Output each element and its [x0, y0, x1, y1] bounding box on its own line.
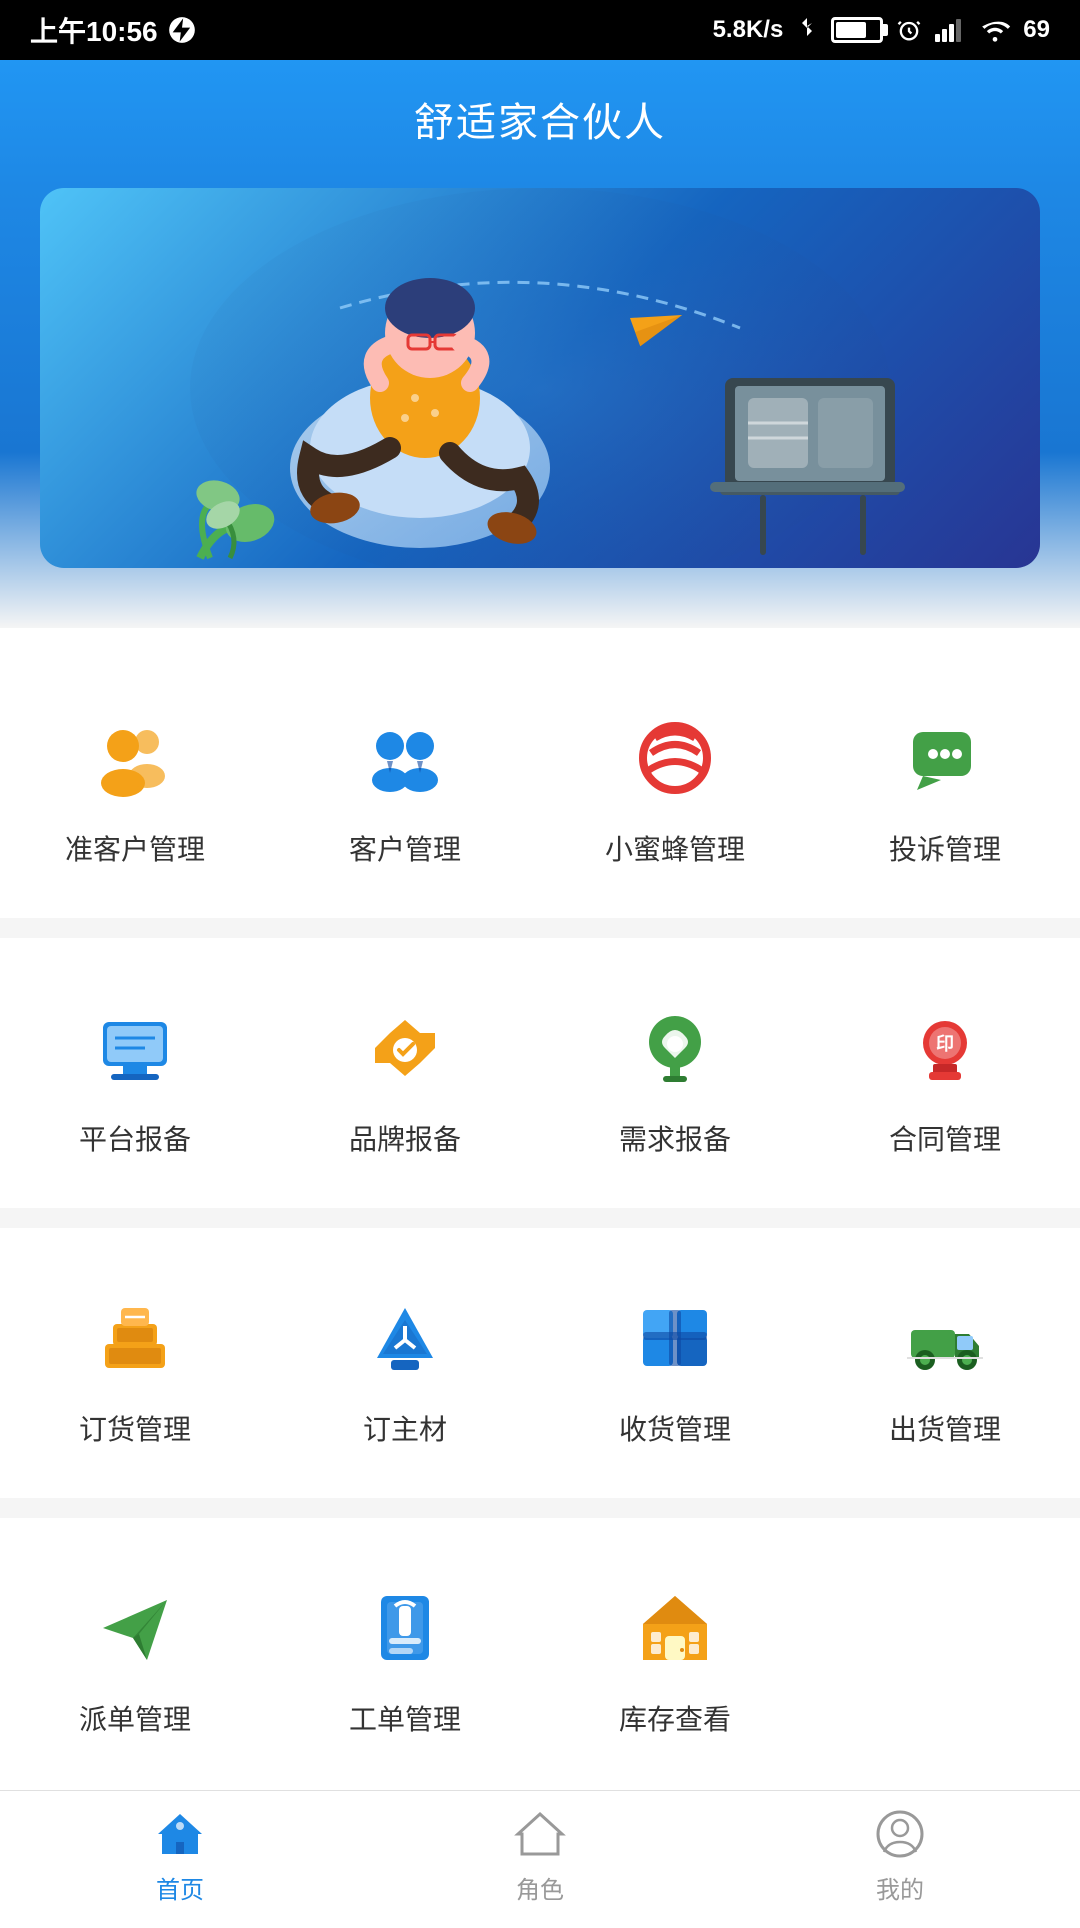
- divider-1: [0, 918, 1080, 938]
- network-speed: 5.8K/s: [713, 16, 784, 44]
- tab-role-label: 角色: [516, 1870, 564, 1905]
- ship-label: 出货管理: [889, 1408, 1001, 1448]
- inventory-label: 库存查看: [619, 1698, 731, 1738]
- menu-item-dispatch[interactable]: 派单管理: [0, 1548, 270, 1758]
- menu-item-demand[interactable]: 需求报备: [540, 968, 810, 1178]
- signal-icon: [935, 16, 967, 44]
- tab-home[interactable]: 首页: [0, 1806, 360, 1905]
- platform-label: 平台报备: [79, 1118, 191, 1158]
- workorder-label: 工单管理: [349, 1698, 461, 1738]
- dispatch-label: 派单管理: [79, 1698, 191, 1738]
- menu-item-bee[interactable]: 小蜜蜂管理: [540, 678, 810, 888]
- home-tab-icon: [152, 1806, 208, 1862]
- prospect-label: 准客户管理: [65, 828, 205, 868]
- header: 舒适家合伙人: [0, 60, 1080, 188]
- role-tab-icon: [512, 1806, 568, 1862]
- divider-2: [0, 1208, 1080, 1228]
- menu-item-receive[interactable]: 收货管理: [540, 1258, 810, 1468]
- ship-icon: [895, 1288, 995, 1388]
- menu-item-order[interactable]: 订货管理: [0, 1258, 270, 1468]
- banner: [40, 188, 1040, 568]
- order-label: 订货管理: [79, 1408, 191, 1448]
- complaint-label: 投诉管理: [889, 828, 1001, 868]
- demand-label: 需求报备: [619, 1118, 731, 1158]
- menu-section-3: 订货管理 订主材: [0, 1228, 1080, 1498]
- menu-section-2: 平台报备 品牌报备: [0, 938, 1080, 1208]
- receive-label: 收货管理: [619, 1408, 731, 1448]
- status-right: 5.8K/s 69: [713, 16, 1050, 44]
- menu-item-material[interactable]: 订主材: [270, 1258, 540, 1468]
- bee-icon: [625, 708, 725, 808]
- menu-item-workorder[interactable]: 工单管理: [270, 1548, 540, 1758]
- banner-wrapper: [0, 188, 1080, 628]
- prospect-icon: [85, 708, 185, 808]
- tab-bar: 首页 角色 我的: [0, 1790, 1080, 1920]
- menu-section-4: 派单管理 工单管理: [0, 1518, 1080, 1788]
- menu-item-complaint[interactable]: 投诉管理: [810, 678, 1080, 888]
- menu-section-1: 准客户管理 客户管理: [0, 648, 1080, 918]
- contract-label: 合同管理: [889, 1118, 1001, 1158]
- brand-label: 品牌报备: [349, 1118, 461, 1158]
- battery-icon: [831, 17, 883, 43]
- workorder-icon: [355, 1578, 455, 1678]
- wifi-icon: [979, 16, 1011, 44]
- material-label: 订主材: [363, 1408, 447, 1448]
- menu-item-ship[interactable]: 出货管理: [810, 1258, 1080, 1468]
- bluetooth-icon: [795, 16, 819, 44]
- customer-icon: [355, 708, 455, 808]
- battery-level: 69: [1023, 16, 1050, 44]
- tab-mine[interactable]: 我的: [720, 1806, 1080, 1905]
- app-title: 舒适家合伙人: [0, 90, 1080, 148]
- banner-illustration: [40, 188, 1040, 568]
- complaint-icon: [895, 708, 995, 808]
- divider-3: [0, 1498, 1080, 1518]
- tab-home-label: 首页: [156, 1870, 204, 1905]
- demand-icon: [625, 998, 725, 1098]
- bee-label: 小蜜蜂管理: [605, 828, 745, 868]
- tab-role[interactable]: 角色: [360, 1806, 720, 1905]
- menu-item-inventory[interactable]: 库存查看: [540, 1548, 810, 1758]
- platform-icon: [85, 998, 185, 1098]
- menu-item-contract[interactable]: 印 合同管理: [810, 968, 1080, 1178]
- material-icon: [355, 1288, 455, 1388]
- bolt-icon: [168, 16, 196, 44]
- order-icon: [85, 1288, 185, 1388]
- status-left: 上午10:56: [30, 10, 196, 50]
- tab-mine-label: 我的: [876, 1870, 924, 1905]
- alarm-icon: [895, 16, 923, 44]
- inventory-icon: [625, 1578, 725, 1678]
- brand-icon: [355, 998, 455, 1098]
- menu-item-brand[interactable]: 品牌报备: [270, 968, 540, 1178]
- contract-icon: 印: [895, 998, 995, 1098]
- menu-item-platform[interactable]: 平台报备: [0, 968, 270, 1178]
- menu-item-prospect[interactable]: 准客户管理: [0, 678, 270, 888]
- receive-icon: [625, 1288, 725, 1388]
- status-bar: 上午10:56 5.8K/s: [0, 0, 1080, 60]
- svg-text:印: 印: [936, 1034, 954, 1054]
- menu-item-customer[interactable]: 客户管理: [270, 678, 540, 888]
- time: 上午10:56: [30, 10, 158, 50]
- mine-tab-icon: [872, 1806, 928, 1862]
- main-content: 准客户管理 客户管理: [0, 628, 1080, 1928]
- customer-label: 客户管理: [349, 828, 461, 868]
- dispatch-icon: [85, 1578, 185, 1678]
